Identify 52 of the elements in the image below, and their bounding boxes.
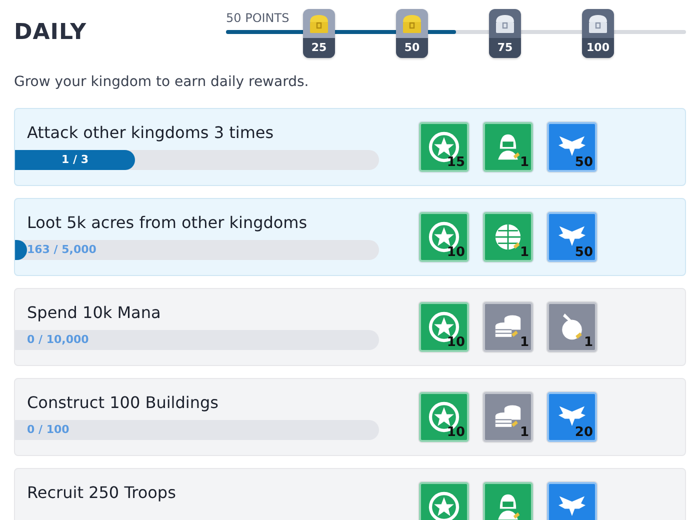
- reward-count: 1: [584, 335, 593, 350]
- reward-tile[interactable]: 1: [483, 302, 533, 352]
- quest-title: Loot 5k acres from other kingdoms: [27, 213, 308, 232]
- milestone-chest[interactable]: 75: [489, 9, 521, 58]
- reward-tile[interactable]: 20: [547, 392, 597, 442]
- reward-tile[interactable]: 1: [483, 212, 533, 262]
- reward-tile[interactable]: 50: [547, 122, 597, 172]
- progress-text: 163 / 5,000: [27, 243, 96, 256]
- reward-tile[interactable]: 1: [547, 302, 597, 352]
- reward-count: 1: [520, 425, 529, 440]
- milestone-chest[interactable]: 25: [303, 9, 335, 58]
- chest-icon: [307, 13, 331, 35]
- chest-icon: [493, 13, 517, 35]
- milestone-points: 75: [489, 38, 521, 58]
- reward-tile[interactable]: 50: [547, 212, 597, 262]
- star-icon: [426, 489, 462, 520]
- reward-count: 1: [520, 245, 529, 260]
- reward-tile[interactable]: 10: [419, 212, 469, 262]
- milestone-chest[interactable]: 100: [582, 9, 614, 58]
- page-title: DAILY: [14, 20, 88, 45]
- reward-tile[interactable]: [547, 482, 597, 520]
- reward-count: 50: [574, 155, 593, 170]
- progress-text: 0 / 10,000: [27, 333, 89, 346]
- reward-count: 10: [446, 245, 465, 260]
- points-label: 50 POINTS: [226, 11, 290, 25]
- reward-tile[interactable]: [483, 482, 533, 520]
- reward-tile[interactable]: 15: [419, 122, 469, 172]
- reward-tile[interactable]: [419, 482, 469, 520]
- chest-icon: [586, 13, 610, 35]
- quest-title: Recruit 250 Troops: [27, 483, 177, 502]
- milestone-chest[interactable]: 50: [396, 9, 428, 58]
- reward-count: 50: [574, 245, 593, 260]
- reward-tile[interactable]: 1: [483, 122, 533, 172]
- milestone-points: 100: [582, 38, 614, 58]
- reward-count: 1: [520, 335, 529, 350]
- quest-title: Attack other kingdoms 3 times: [27, 123, 275, 142]
- chest-icon: [400, 13, 424, 35]
- milestone-points: 50: [396, 38, 428, 58]
- milestone-points: 25: [303, 38, 335, 58]
- reward-tile[interactable]: 10: [419, 392, 469, 442]
- reward-count: 10: [446, 425, 465, 440]
- reward-tile[interactable]: 10: [419, 302, 469, 352]
- reward-tile[interactable]: 1: [483, 392, 533, 442]
- reward-count: 15: [446, 155, 465, 170]
- progress-text: 0 / 100: [27, 423, 70, 436]
- quest-title: Construct 100 Buildings: [27, 393, 220, 412]
- progress-text: 1 / 3: [60, 153, 90, 166]
- reward-count: 1: [520, 155, 529, 170]
- reward-count: 10: [446, 335, 465, 350]
- description: Grow your kingdom to earn daily rewards.: [14, 74, 310, 90]
- reward-count: 20: [574, 425, 593, 440]
- quest-title: Spend 10k Mana: [27, 303, 162, 322]
